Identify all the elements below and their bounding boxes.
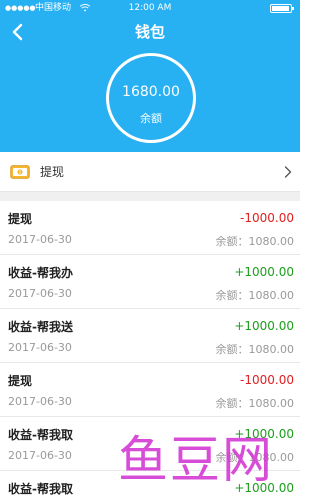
- transaction-amount: -1000.00: [240, 373, 294, 387]
- transaction-date: 2017-06-30: [8, 449, 72, 462]
- transaction-balance: 余额：1080.00: [215, 235, 295, 248]
- balance-label: 余额: [140, 112, 162, 125]
- transaction-date: 2017-06-30: [8, 395, 72, 408]
- transaction-title: 收益-帮我办: [8, 266, 73, 280]
- transaction-balance: 余额：1080.00: [215, 397, 295, 410]
- page-title: 钱包: [134, 23, 165, 41]
- status-time: 12:00 AM: [128, 3, 172, 13]
- svg-text:$: $: [19, 170, 22, 175]
- withdraw-entry[interactable]: $ 提现: [0, 152, 300, 192]
- chevron-right-icon: [284, 166, 292, 178]
- section-divider: [0, 192, 300, 201]
- transaction-amount: +1000.00: [234, 427, 294, 441]
- transaction-date: 2017-06-30: [8, 341, 72, 354]
- transaction-balance: 余额：1080.00: [215, 343, 295, 356]
- navigation-bar: 钱包: [0, 18, 300, 46]
- transaction-list: 提现 -1000.00 2017-06-30 余额：1080.00 收益-帮我办…: [0, 201, 300, 500]
- transaction-row[interactable]: 提现 -1000.00 2017-06-30 余额：1080.00: [0, 363, 300, 417]
- transaction-row[interactable]: 收益-帮我取 +1000.00: [0, 471, 300, 500]
- status-bar: ●●●●● 中国移动 12:00 AM: [0, 0, 300, 16]
- transaction-title: 收益-帮我送: [8, 320, 73, 334]
- money-bill-icon: $: [10, 165, 30, 179]
- transaction-row[interactable]: 收益-帮我取 +1000.00 2017-06-30 余额：1080.00: [0, 417, 300, 471]
- transaction-date: 2017-06-30: [8, 287, 72, 300]
- transaction-row[interactable]: 收益-帮我办 +1000.00 2017-06-30 余额：1080.00: [0, 255, 300, 309]
- battery-icon: [270, 4, 294, 13]
- transaction-amount: +1000.00: [234, 265, 294, 279]
- transaction-row[interactable]: 收益-帮我送 +1000.00 2017-06-30 余额：1080.00: [0, 309, 300, 363]
- transaction-amount: +1000.00: [234, 481, 294, 495]
- transaction-title: 收益-帮我取: [8, 428, 73, 442]
- balance-amount: 1680.00: [122, 84, 180, 100]
- wallet-header: ●●●●● 中国移动 12:00 AM 钱包 1680.00 余额: [0, 0, 300, 152]
- transaction-amount: +1000.00: [234, 319, 294, 333]
- transaction-row[interactable]: 提现 -1000.00 2017-06-30 余额：1080.00: [0, 201, 300, 255]
- transaction-title: 提现: [8, 374, 33, 388]
- transaction-balance: 余额：1080.00: [215, 451, 295, 464]
- transaction-date: 2017-06-30: [8, 233, 72, 246]
- transaction-balance: 余额：1080.00: [215, 289, 295, 302]
- transaction-title: 提现: [8, 212, 33, 226]
- balance-circle: 1680.00 余额: [106, 53, 196, 143]
- withdraw-label: 提现: [40, 165, 65, 179]
- transaction-title: 收益-帮我取: [8, 482, 73, 496]
- transaction-amount: -1000.00: [240, 211, 294, 225]
